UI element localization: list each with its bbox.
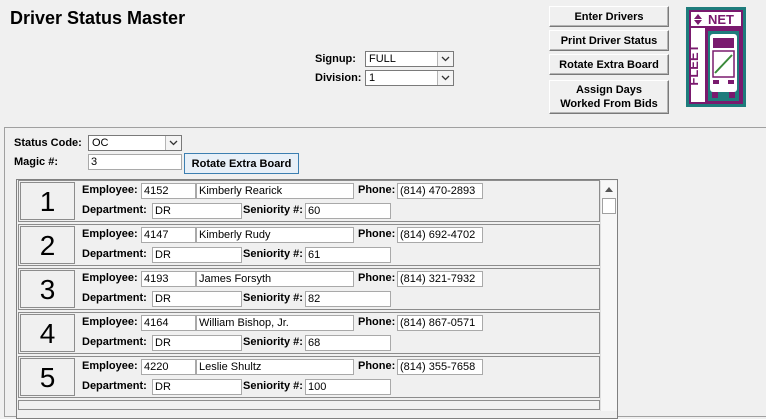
driver-record-partial <box>18 400 600 410</box>
employee-name-field[interactable]: Kimberly Rudy <box>196 227 354 243</box>
magic-number-field[interactable]: 3 <box>88 154 182 170</box>
department-label: Department: <box>82 204 147 216</box>
chevron-down-icon[interactable] <box>437 52 453 66</box>
phone-field[interactable]: (814) 355-7658 <box>397 359 483 375</box>
department-label: Department: <box>82 336 147 348</box>
chevron-down-icon[interactable] <box>165 136 181 150</box>
department-label: Department: <box>82 248 147 260</box>
seniority-field[interactable]: 60 <box>305 203 391 219</box>
department-field[interactable]: DR <box>152 335 242 351</box>
fleetnet-logo: NET FLEET <box>686 7 746 107</box>
status-code-value: OC <box>92 137 109 149</box>
phone-field[interactable]: (814) 321-7932 <box>397 271 483 287</box>
driver-record: 1 Employee: 4152 Kimberly Rearick Phone: (814… <box>18 180 600 222</box>
rotate-extra-board-button[interactable]: Rotate Extra Board <box>549 54 669 75</box>
division-value: 1 <box>369 72 376 84</box>
phone-label: Phone: <box>358 316 396 328</box>
employee-name-field[interactable]: Kimberly Rearick <box>196 183 354 199</box>
employee-name-field[interactable]: James Forsyth <box>196 271 354 287</box>
seniority-label: Seniority #: <box>243 292 303 304</box>
seniority-field[interactable]: 100 <box>305 379 391 395</box>
department-field[interactable]: DR <box>152 247 242 263</box>
phone-label: Phone: <box>358 272 396 284</box>
driver-record: 2 Employee: 4147 Kimberly Rudy Phone: (814) 6… <box>18 224 600 266</box>
employee-label: Employee: <box>82 360 138 372</box>
phone-field[interactable]: (814) 692-4702 <box>397 227 483 243</box>
signup-label: Signup: <box>315 53 356 65</box>
status-code-label: Status Code: <box>14 137 82 149</box>
assign-days-label-line2: Worked From Bids <box>560 98 658 110</box>
employee-name-field[interactable]: William Bishop, Jr. <box>196 315 354 331</box>
print-driver-status-button[interactable]: Print Driver Status <box>549 30 669 51</box>
record-number: 2 <box>20 226 75 264</box>
employee-label: Employee: <box>82 272 138 284</box>
employee-label: Employee: <box>82 228 138 240</box>
division-label: Division: <box>315 72 362 84</box>
department-label: Department: <box>82 292 147 304</box>
seniority-label: Seniority #: <box>243 380 303 392</box>
seniority-field[interactable]: 82 <box>305 291 391 307</box>
employee-id-field[interactable]: 4193 <box>141 271 196 287</box>
seniority-label: Seniority #: <box>243 336 303 348</box>
record-number: 4 <box>20 314 75 352</box>
seniority-label: Seniority #: <box>243 204 303 216</box>
seniority-label: Seniority #: <box>243 248 303 260</box>
assign-days-worked-button[interactable]: Assign Days Worked From Bids <box>549 80 669 114</box>
employee-label: Employee: <box>82 316 138 328</box>
department-field[interactable]: DR <box>152 379 242 395</box>
panel-rotate-extra-board-button[interactable]: Rotate Extra Board <box>184 153 299 174</box>
phone-label: Phone: <box>358 228 396 240</box>
employee-id-field[interactable]: 4147 <box>141 227 196 243</box>
driver-record: 3 Employee: 4193 James Forsyth Phone: (814) 3… <box>18 268 600 310</box>
status-code-dropdown[interactable]: OC <box>88 135 182 151</box>
phone-label: Phone: <box>358 184 396 196</box>
phone-label: Phone: <box>358 360 396 372</box>
record-number: 3 <box>20 270 75 308</box>
employee-id-field[interactable]: 4152 <box>141 183 196 199</box>
scroll-thumb[interactable] <box>602 198 616 214</box>
logo-net-text: NET <box>708 12 734 27</box>
seniority-field[interactable]: 68 <box>305 335 391 351</box>
enter-drivers-button[interactable]: Enter Drivers <box>549 6 669 27</box>
employee-label: Employee: <box>82 184 138 196</box>
assign-days-label-line1: Assign Days <box>575 84 643 96</box>
department-label: Department: <box>82 380 147 392</box>
employee-id-field[interactable]: 4220 <box>141 359 196 375</box>
magic-number-label: Magic #: <box>14 156 59 168</box>
record-number: 5 <box>20 358 75 396</box>
signup-dropdown[interactable]: FULL <box>365 51 454 67</box>
record-number: 1 <box>20 182 75 220</box>
driver-record: 5 Employee: 4220 Leslie Shultz Phone: (814) 3… <box>18 356 600 398</box>
department-field[interactable]: DR <box>152 203 242 219</box>
scroll-up-icon[interactable] <box>601 181 617 197</box>
employee-id-field[interactable]: 4164 <box>141 315 196 331</box>
phone-field[interactable]: (814) 470-2893 <box>397 183 483 199</box>
driver-record: 4 Employee: 4164 William Bishop, Jr. Phone:(… <box>18 312 600 354</box>
employee-name-field[interactable]: Leslie Shultz <box>196 359 354 375</box>
department-field[interactable]: DR <box>152 291 242 307</box>
page-title: Driver Status Master <box>10 8 186 28</box>
records-scrollbar[interactable] <box>600 181 617 411</box>
signup-value: FULL <box>369 53 396 65</box>
division-dropdown[interactable]: 1 <box>365 70 454 86</box>
logo-fleet-text: FLEET <box>686 44 701 85</box>
seniority-field[interactable]: 61 <box>305 247 391 263</box>
chevron-down-icon[interactable] <box>437 71 453 85</box>
phone-field[interactable]: (814) 867-0571 <box>397 315 483 331</box>
